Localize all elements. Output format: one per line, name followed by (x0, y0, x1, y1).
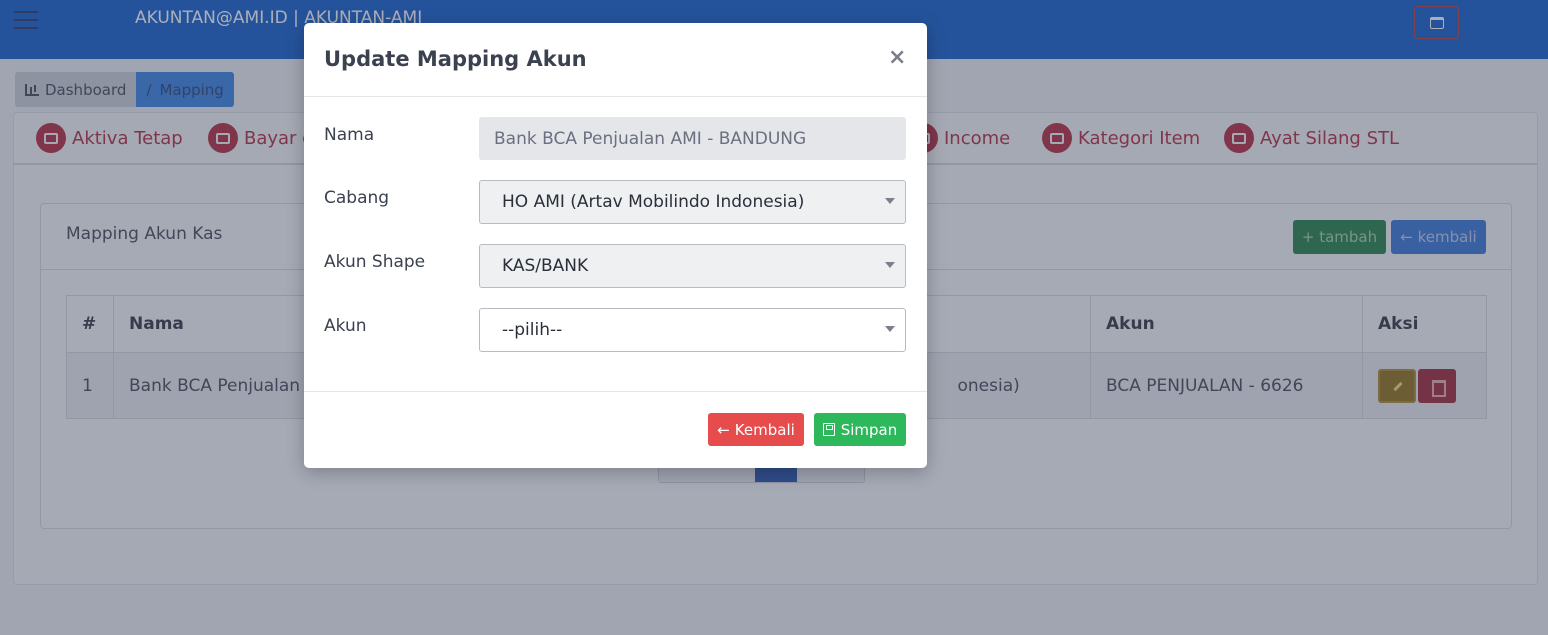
nama-label: Nama (324, 125, 375, 145)
close-icon[interactable]: × (888, 45, 906, 70)
akun-shape-label: Akun Shape (324, 252, 426, 272)
akun-shape-value: KAS/BANK (502, 256, 589, 276)
chevron-down-icon (885, 326, 895, 332)
akun-label: Akun (324, 316, 367, 336)
arrow-left-icon: ← (717, 420, 730, 439)
akun-shape-select[interactable]: KAS/BANK (479, 244, 906, 288)
chevron-down-icon (885, 262, 895, 268)
cabang-label: Cabang (324, 188, 390, 208)
nama-field: Bank BCA Penjualan AMI - BANDUNG (479, 117, 906, 160)
modal-title: Update Mapping Akun (324, 47, 587, 71)
modal-footer: ← Kembali Simpan (304, 391, 927, 468)
simpan-button[interactable]: Simpan (814, 413, 906, 446)
simpan-label: Simpan (840, 420, 898, 439)
akun-select[interactable]: --pilih-- (479, 308, 906, 352)
kembali-label: Kembali (734, 420, 795, 439)
update-mapping-modal: Update Mapping Akun × Nama Bank BCA Penj… (304, 23, 927, 468)
modal-header: Update Mapping Akun × (304, 23, 927, 97)
chevron-down-icon (885, 198, 895, 204)
cabang-select[interactable]: HO AMI (Artav Mobilindo Indonesia) (479, 180, 906, 224)
kembali-button[interactable]: ← Kembali (708, 413, 804, 446)
akun-value: --pilih-- (502, 320, 563, 340)
save-icon (822, 423, 835, 436)
cabang-value: HO AMI (Artav Mobilindo Indonesia) (502, 192, 805, 212)
